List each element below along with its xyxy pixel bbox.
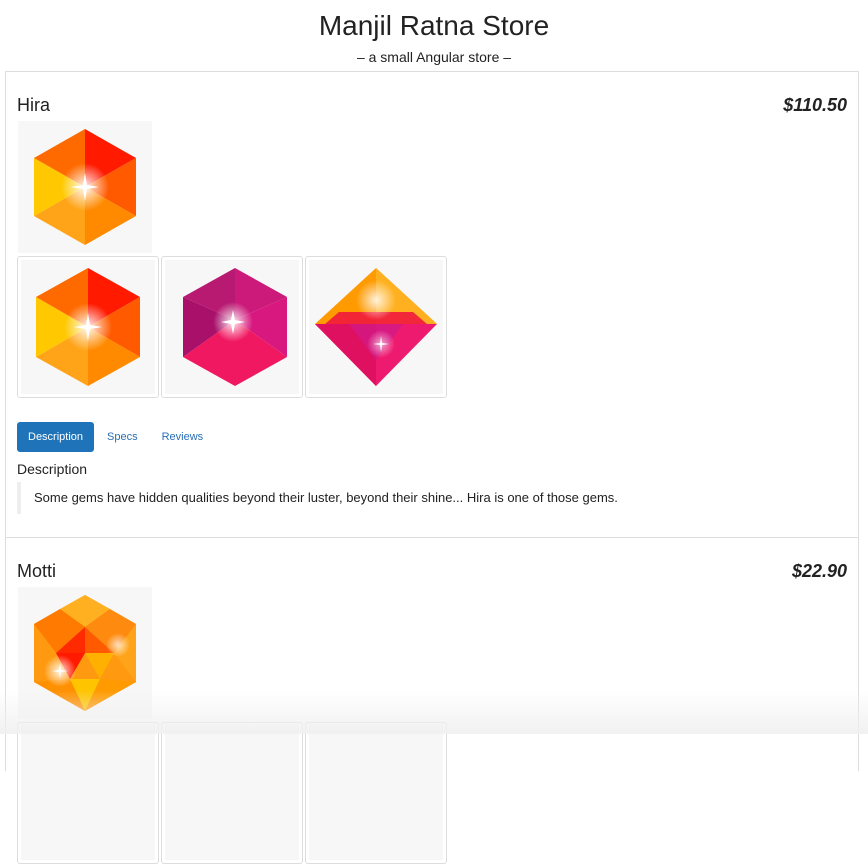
tab-description[interactable]: Description bbox=[17, 422, 95, 452]
description-text: Some gems have hidden qualities beyond t… bbox=[17, 482, 837, 514]
pink-diamond-gem-icon bbox=[315, 268, 437, 386]
product-price: $22.90 bbox=[791, 561, 847, 581]
magenta-hexagon-gem-icon bbox=[183, 268, 287, 386]
thumbnail-1[interactable] bbox=[17, 722, 159, 864]
thumbnail-gallery bbox=[17, 722, 449, 866]
product-item: Hira $110.50 Description Specs Reviews D… bbox=[6, 72, 858, 538]
product-list: Hira $110.50 Description Specs Reviews D… bbox=[5, 71, 859, 864]
thumbnail-2[interactable] bbox=[161, 722, 303, 864]
thumbnail-3[interactable] bbox=[305, 256, 447, 398]
orange-hexagon-gem-icon bbox=[36, 268, 140, 386]
description-heading: Description bbox=[17, 461, 88, 477]
product-item: Motti $22.90 bbox=[6, 538, 858, 864]
product-name: Motti bbox=[17, 561, 57, 581]
thumbnail-gallery bbox=[17, 256, 449, 400]
tab-reviews[interactable]: Reviews bbox=[151, 422, 215, 452]
store-subtitle: – a small Angular store – bbox=[356, 49, 512, 65]
product-price: $110.50 bbox=[783, 95, 847, 115]
bottom-fade bbox=[0, 690, 868, 734]
orange-hexagon-gem-icon bbox=[34, 129, 136, 245]
product-tabs: Description Specs Reviews bbox=[17, 422, 216, 452]
thumbnail-3[interactable] bbox=[305, 722, 447, 864]
product-main-image bbox=[18, 121, 152, 253]
product-name: Hira bbox=[17, 95, 51, 115]
page-header: Manjil Ratna Store – a small Angular sto… bbox=[0, 0, 868, 72]
tab-specs[interactable]: Specs bbox=[96, 422, 149, 452]
thumbnail-1[interactable] bbox=[17, 256, 159, 398]
store-title: Manjil Ratna Store bbox=[318, 10, 550, 41]
thumbnail-2[interactable] bbox=[161, 256, 303, 398]
